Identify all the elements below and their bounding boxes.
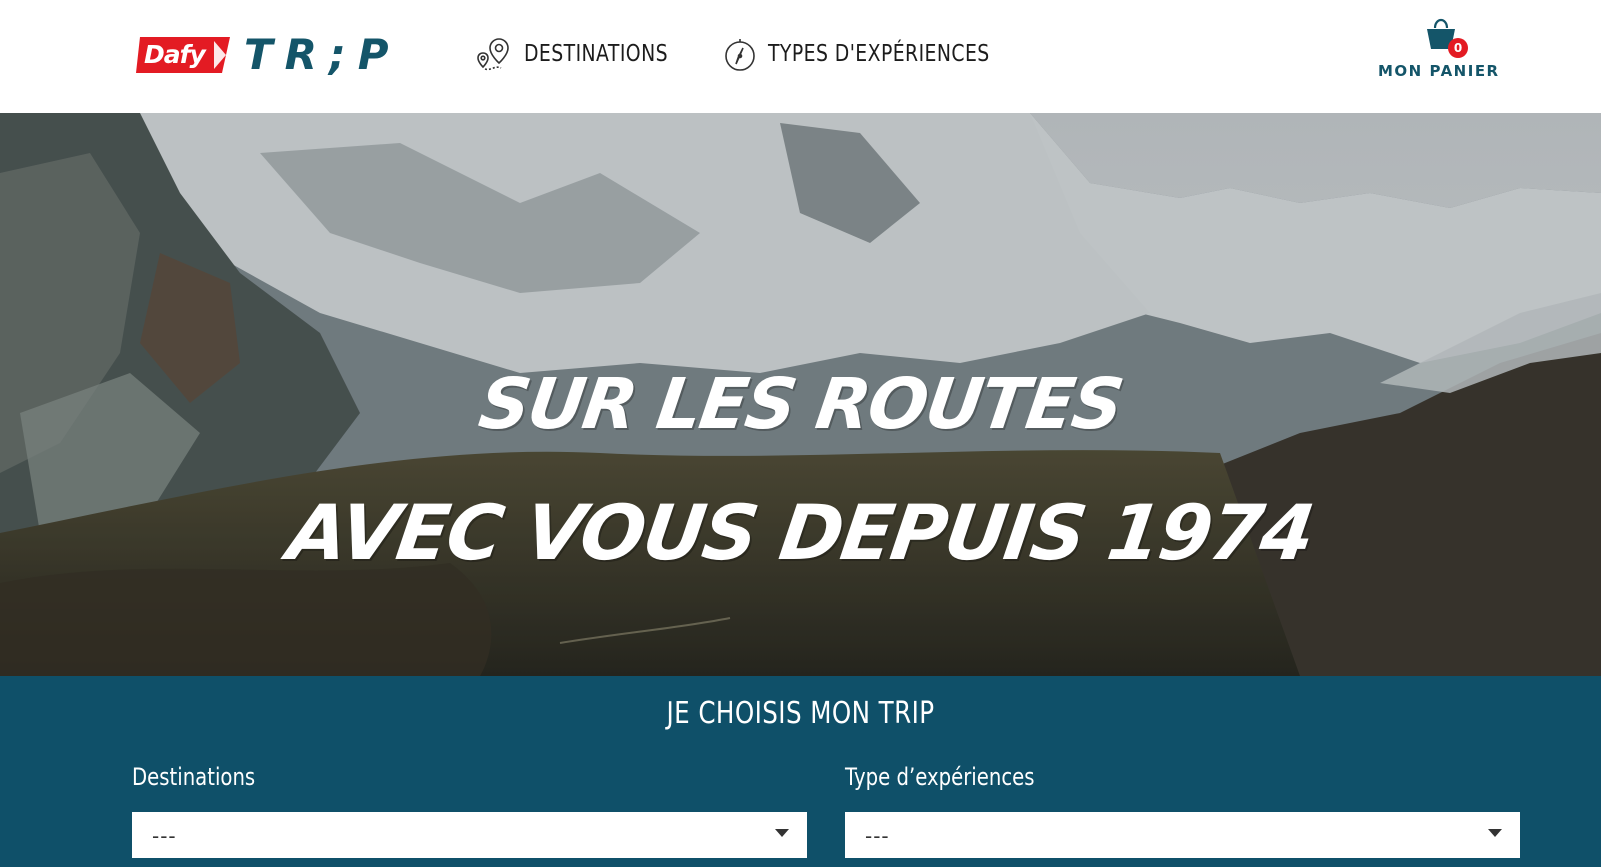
trip-wordmark: TR;P	[244, 30, 401, 79]
destinations-label: Destinations	[132, 763, 256, 791]
cart-button[interactable]: 0 MON PANIER	[1378, 18, 1498, 88]
experiences-label: Type d’expériences	[845, 763, 1035, 791]
map-pin-icon	[476, 34, 516, 74]
dafy-trip-logo[interactable]: Dafy TR;P	[136, 34, 401, 76]
dafy-badge: Dafy	[136, 35, 230, 75]
cart-count-badge: 0	[1448, 38, 1468, 58]
nav-types-experiences-label: TYPES D'EXPÉRIENCES	[768, 41, 990, 67]
chevron-down-icon	[1488, 829, 1502, 837]
experiences-select[interactable]: ---	[845, 812, 1520, 858]
nav-types-experiences[interactable]: TYPES D'EXPÉRIENCES	[720, 34, 1038, 74]
hero-banner: SUR LES ROUTES AVEC VOUS DEPUIS 1974	[0, 113, 1601, 676]
compass-icon	[720, 34, 760, 74]
nav-destinations-label: DESTINATIONS	[524, 41, 668, 67]
hero-headline-line-1: SUR LES ROUTES	[474, 363, 1127, 445]
destinations-select-value: ---	[152, 824, 177, 848]
dafy-badge-text: Dafy	[144, 40, 206, 69]
nav-destinations[interactable]: DESTINATIONS	[476, 34, 700, 74]
chevron-down-icon	[775, 829, 789, 837]
site-header: Dafy TR;P DESTINATIONS TYPES D'EXPÉRIENC	[0, 0, 1601, 113]
trip-selector-panel: JE CHOISIS MON TRIP Destinations --- Typ…	[0, 676, 1601, 867]
experiences-select-value: ---	[865, 824, 890, 848]
hero-headline-line-2: AVEC VOUS DEPUIS 1974	[282, 488, 1319, 577]
cart-label: MON PANIER	[1378, 62, 1500, 80]
destinations-select[interactable]: ---	[132, 812, 807, 858]
trip-selector-title: JE CHOISIS MON TRIP	[666, 696, 935, 731]
